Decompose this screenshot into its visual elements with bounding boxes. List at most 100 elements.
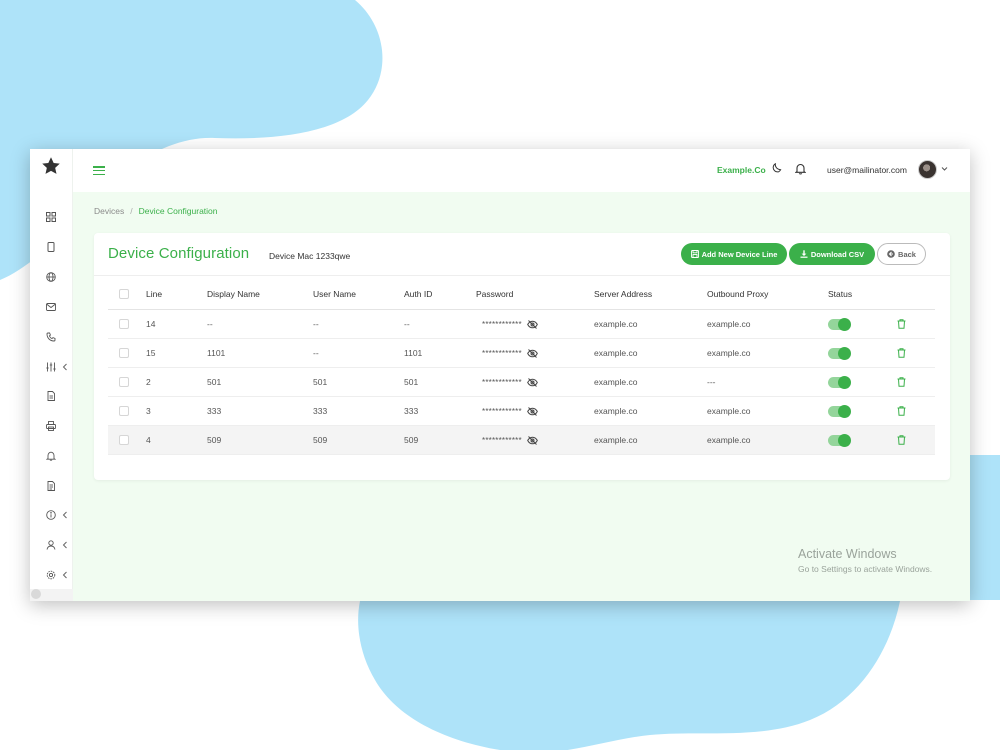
settings-icon[interactable] (46, 570, 56, 580)
dark-mode-moon-icon[interactable] (771, 163, 782, 174)
company-link[interactable]: Example.Co (717, 165, 766, 175)
add-device-line-button[interactable]: Add New Device Line (681, 243, 787, 265)
document-icon[interactable] (46, 391, 56, 401)
cell-password: ************ (482, 377, 522, 387)
notification-bell-icon[interactable] (795, 163, 806, 175)
header-auth-id[interactable]: Auth ID (404, 278, 432, 309)
phone-device-icon[interactable] (46, 242, 56, 252)
row-checkbox[interactable] (119, 319, 129, 329)
app-window: Example.Co user@mailinator.com Devices / D… (30, 149, 970, 601)
cell-user-name: 501 (313, 377, 328, 387)
eye-slash-icon[interactable] (526, 319, 538, 329)
sidebar-scrollbar[interactable] (30, 589, 73, 601)
printer-icon[interactable] (46, 421, 56, 431)
breadcrumb-current: Device Configuration (138, 206, 218, 216)
watermark-subtitle: Go to Settings to activate Windows. (798, 564, 933, 574)
cell-password: ************ (482, 319, 522, 329)
row-checkbox[interactable] (119, 377, 129, 387)
row-checkbox[interactable] (119, 435, 129, 445)
delete-trash-icon[interactable] (897, 377, 906, 387)
cell-auth-id: 1101 (404, 348, 423, 358)
status-toggle[interactable] (828, 375, 851, 389)
cell-outbound-proxy: example.co (707, 435, 751, 445)
header-outbound-proxy[interactable]: Outbound Proxy (707, 278, 768, 309)
header-line[interactable]: Line (146, 278, 162, 309)
avatar[interactable] (918, 160, 937, 179)
header-status[interactable]: Status (828, 278, 852, 309)
cell-line: 4 (146, 435, 151, 445)
star-logo-icon[interactable] (41, 156, 61, 176)
delete-trash-icon[interactable] (897, 435, 906, 445)
file-text-icon[interactable] (46, 481, 56, 491)
delete-trash-icon[interactable] (897, 348, 906, 358)
activate-windows-watermark: Activate Windows Go to Settings to activ… (798, 547, 932, 574)
device-lines-table: Line Display Name User Name Auth ID Pass… (108, 278, 935, 455)
dashboard-icon[interactable] (46, 212, 56, 222)
cell-server-address: example.co (594, 319, 638, 329)
device-config-card: Device Configuration Device Mac 1233qwe … (94, 233, 950, 480)
cell-line: 15 (146, 348, 156, 358)
cell-user-name: 333 (313, 406, 328, 416)
delete-trash-icon[interactable] (897, 406, 906, 416)
watermark-title: Activate Windows (798, 547, 897, 561)
download-csv-label: Download CSV (810, 249, 865, 259)
chevron-left-icon[interactable] (62, 511, 68, 519)
header-server-address[interactable]: Server Address (594, 278, 652, 309)
chevron-left-icon[interactable] (62, 363, 68, 371)
header-display-name[interactable]: Display Name (207, 278, 260, 309)
status-toggle[interactable] (828, 346, 851, 360)
download-icon (800, 250, 808, 258)
eye-slash-icon[interactable] (526, 377, 538, 387)
menu-toggle-icon[interactable] (93, 166, 105, 176)
cell-server-address: example.co (594, 435, 638, 445)
device-mac-label: Device Mac 1233qwe (269, 251, 351, 261)
eye-slash-icon[interactable] (526, 406, 538, 416)
breadcrumb: Devices / Device Configuration (94, 206, 218, 216)
select-all-checkbox[interactable] (119, 288, 129, 299)
cell-user-name: 509 (313, 435, 328, 445)
back-arrow-circle-icon (887, 250, 895, 258)
cell-auth-id: 509 (404, 435, 419, 445)
eye-slash-icon[interactable] (526, 435, 538, 445)
status-toggle[interactable] (828, 433, 851, 447)
cell-user-name: -- (313, 319, 319, 329)
cell-line: 2 (146, 377, 151, 387)
cell-line: 3 (146, 406, 151, 416)
cell-auth-id: -- (404, 319, 410, 329)
chevron-left-icon[interactable] (62, 571, 68, 579)
cell-display-name: -- (207, 319, 213, 329)
user-email[interactable]: user@mailinator.com (827, 165, 907, 175)
phone-call-icon[interactable] (46, 332, 56, 342)
back-button[interactable]: Back (877, 243, 926, 265)
cell-outbound-proxy: example.co (707, 319, 751, 329)
chevron-down-icon[interactable] (941, 166, 948, 172)
header-user-name[interactable]: User Name (313, 278, 356, 309)
header-password[interactable]: Password (476, 278, 513, 309)
download-csv-button[interactable]: Download CSV (789, 243, 875, 265)
save-icon (690, 250, 699, 258)
cell-user-name: -- (313, 348, 319, 358)
cell-outbound-proxy: --- (707, 377, 716, 387)
globe-icon[interactable] (46, 272, 56, 282)
cell-display-name: 1101 (207, 348, 226, 358)
bell-icon[interactable] (46, 451, 56, 461)
breadcrumb-devices[interactable]: Devices (94, 206, 124, 216)
table-row: 15 1101 -- 1101 ************ example.co … (108, 339, 935, 368)
cell-password: ************ (482, 435, 522, 445)
row-checkbox[interactable] (119, 348, 129, 358)
cell-outbound-proxy: example.co (707, 406, 751, 416)
chevron-left-icon[interactable] (62, 541, 68, 549)
status-toggle[interactable] (828, 404, 851, 418)
eye-slash-icon[interactable] (526, 348, 538, 358)
main-content: Devices / Device Configuration Device Conf… (73, 192, 970, 601)
row-checkbox[interactable] (119, 406, 129, 416)
mail-icon[interactable] (46, 302, 56, 312)
delete-trash-icon[interactable] (897, 319, 906, 329)
info-icon[interactable] (46, 510, 56, 520)
user-icon[interactable] (46, 540, 56, 550)
table-row: 14 -- -- -- ************ example.co exam… (108, 310, 935, 339)
sliders-icon[interactable] (46, 362, 56, 372)
table-row: 4 509 509 509 ************ example.co ex… (108, 426, 935, 455)
status-toggle[interactable] (828, 317, 851, 331)
cell-password: ************ (482, 348, 522, 358)
